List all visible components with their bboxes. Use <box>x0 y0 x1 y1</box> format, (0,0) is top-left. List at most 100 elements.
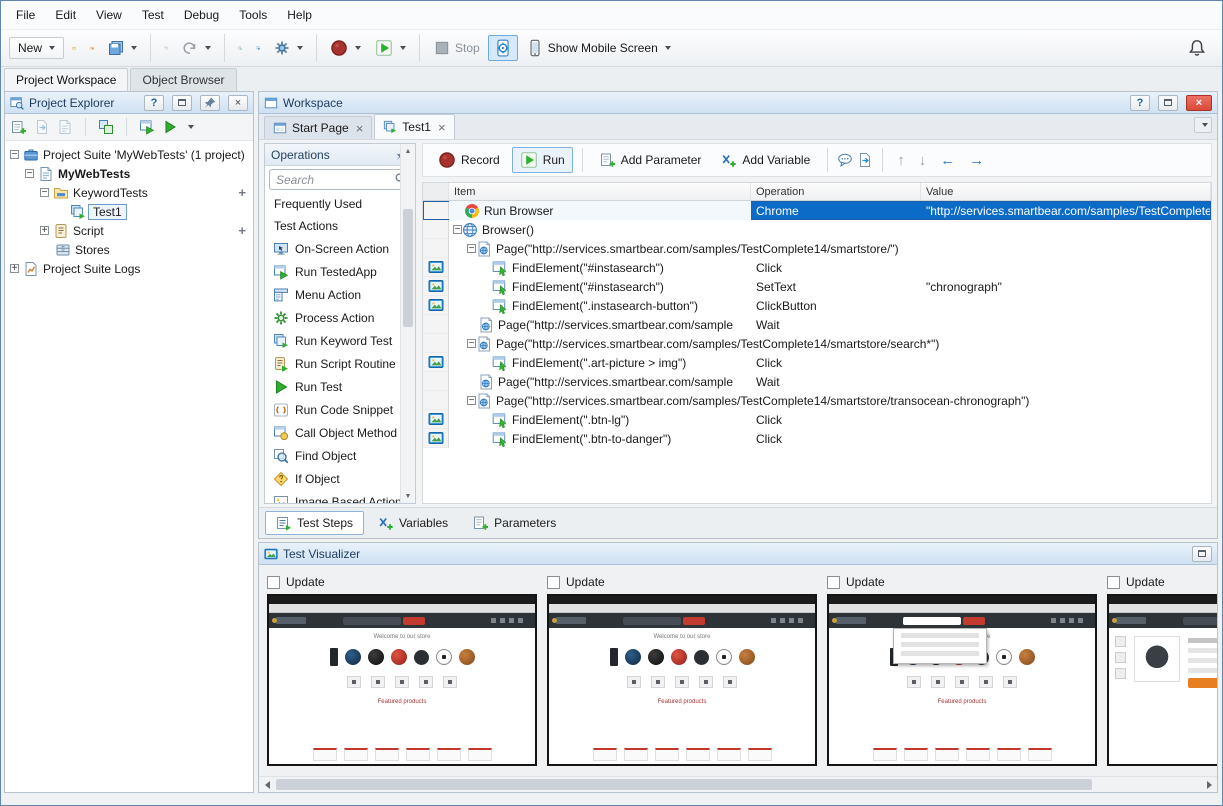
operation-process-action[interactable]: Process Action <box>265 306 400 329</box>
menu-test[interactable]: Test <box>132 3 174 27</box>
menu-edit[interactable]: Edit <box>45 3 86 27</box>
workspace-close-button[interactable]: × <box>1186 95 1212 111</box>
operation-run-test[interactable]: Run Test <box>265 375 400 398</box>
grid-row[interactable]: FindElement(".instasearch-button")ClickB… <box>423 296 1211 315</box>
move-down-button[interactable]: ↓ <box>914 152 932 169</box>
redo-button[interactable] <box>176 36 217 60</box>
show-mobile-dropdown-caret[interactable] <box>665 46 671 50</box>
grid-row[interactable]: −Browser() <box>423 220 1211 239</box>
operation-find-object[interactable]: Find Object <box>265 444 400 467</box>
menu-view[interactable]: View <box>86 3 132 27</box>
tree-item-stores[interactable]: Stores <box>5 240 253 259</box>
expander-minus-icon[interactable]: − <box>467 244 476 253</box>
expander-minus-icon[interactable]: − <box>25 169 34 178</box>
tab-start-page[interactable]: Start Page× <box>264 116 372 139</box>
column-operation[interactable]: Operation <box>751 183 921 200</box>
grid-row[interactable]: −Page("http://services.smartbear.com/sam… <box>423 391 1211 410</box>
update-checkbox[interactable] <box>547 576 560 589</box>
tab-list-button[interactable] <box>1194 117 1212 133</box>
expander-minus-icon[interactable]: − <box>453 225 462 234</box>
tab-test-steps[interactable]: Test Steps <box>265 511 364 535</box>
workspace-float-button[interactable] <box>1158 95 1178 111</box>
operation-call-object-method[interactable]: Call Object Method <box>265 421 400 444</box>
operation-run-code-snippet[interactable]: Run Code Snippet <box>265 398 400 421</box>
tab-variables[interactable]: Variables <box>367 511 459 535</box>
add-child-button[interactable]: + <box>238 185 246 200</box>
operation-on-screen-action[interactable]: On-Screen Action <box>265 237 400 260</box>
grid-row[interactable]: FindElement(".art-picture > img")Click <box>423 353 1211 372</box>
new-button[interactable]: New <box>9 37 64 59</box>
operations-category-test-actions[interactable]: Test Actions <box>265 215 400 237</box>
expander-minus-icon[interactable]: − <box>467 396 476 405</box>
redo-dropdown-caret[interactable] <box>205 46 211 50</box>
grid-row[interactable]: Page("http://services.smartbear.com/samp… <box>423 372 1211 391</box>
object-spy-icon[interactable] <box>250 40 266 56</box>
close-panel-button[interactable]: × <box>228 95 248 111</box>
screenshot-thumbnail[interactable]: Welcome to our storeFeatured products <box>827 594 1097 766</box>
add-new-item-icon[interactable] <box>232 40 248 56</box>
pe-run-project-icon[interactable] <box>139 119 155 135</box>
save-all-button[interactable] <box>102 36 143 60</box>
operation-run-script-routine[interactable]: Run Script Routine <box>265 352 400 375</box>
show-mobile-screen-button[interactable]: Show Mobile Screen <box>520 35 677 61</box>
menu-tools[interactable]: Tools <box>229 3 277 27</box>
pe-organize-icon[interactable] <box>98 119 114 135</box>
add-variable-button[interactable]: Add Variable <box>713 148 818 172</box>
description-icon[interactable] <box>857 152 873 168</box>
grid-row[interactable]: FindElement("#instasearch")SetText"chron… <box>423 277 1211 296</box>
grid-row[interactable]: Run BrowserChrome"http://services.smartb… <box>423 201 1211 220</box>
menu-help[interactable]: Help <box>277 3 322 27</box>
record-test-button[interactable] <box>324 35 367 61</box>
tree-item-project-suite-logs[interactable]: +Project Suite Logs <box>5 259 253 278</box>
menu-debug[interactable]: Debug <box>174 3 229 27</box>
tree-item-mywebtests[interactable]: −MyWebTests <box>5 164 253 183</box>
stop-button[interactable]: Stop <box>427 35 486 61</box>
undo-icon[interactable] <box>158 40 174 56</box>
operation-run-keyword-test[interactable]: Run Keyword Test <box>265 329 400 352</box>
column-item[interactable]: Item <box>449 183 751 200</box>
workspace-help-button[interactable]: ? <box>1130 95 1150 111</box>
doc-tab-project-workspace[interactable]: Project Workspace <box>4 68 128 91</box>
grid-row[interactable]: −Page("http://services.smartbear.com/sam… <box>423 239 1211 258</box>
expander-minus-icon[interactable]: − <box>10 150 19 159</box>
scroll-up-icon[interactable]: ▲ <box>401 144 415 158</box>
operations-category-frequently-used[interactable]: Frequently Used <box>265 193 400 215</box>
help-button[interactable]: ? <box>144 95 164 111</box>
expander-minus-icon[interactable]: − <box>467 339 476 348</box>
operation-run-testedapp[interactable]: Run TestedApp <box>265 260 400 283</box>
screenshot-thumbnail[interactable]: Welcome to our storeFeatured products <box>267 594 537 766</box>
close-tab-icon[interactable]: × <box>438 120 446 135</box>
scrollbar-thumb[interactable] <box>403 209 413 327</box>
show-mobile-screen-toggle[interactable] <box>488 35 518 61</box>
update-checkbox[interactable] <box>1107 576 1120 589</box>
grid-row[interactable]: FindElement(".btn-to-danger")Click <box>423 429 1211 448</box>
pe-run-dropdown-caret[interactable] <box>188 125 194 129</box>
scroll-left-button[interactable] <box>259 777 275 792</box>
run-dropdown-caret[interactable] <box>400 46 406 50</box>
grid-row[interactable]: Page("http://services.smartbear.com/samp… <box>423 315 1211 334</box>
tab-test1[interactable]: Test1× <box>374 114 454 139</box>
close-project-icon[interactable] <box>84 40 100 56</box>
tree-item-keywordtests[interactable]: −KeywordTests+ <box>5 183 253 202</box>
column-value[interactable]: Value <box>921 183 1211 200</box>
pe-run-icon[interactable] <box>162 119 178 135</box>
expander-plus-icon[interactable]: + <box>10 264 19 273</box>
pe-add-existing-item-icon[interactable] <box>34 119 50 135</box>
doc-tab-object-browser[interactable]: Object Browser <box>130 68 236 91</box>
notifications-bell-icon[interactable] <box>1188 39 1206 57</box>
move-left-button[interactable]: ← <box>935 152 960 169</box>
tree-item-project-suite-mywebtests-1-project[interactable]: −Project Suite 'MyWebTests' (1 project) <box>5 145 253 164</box>
tree-item-script[interactable]: +Script+ <box>5 221 253 240</box>
save-dropdown-caret[interactable] <box>131 46 137 50</box>
scroll-right-button[interactable] <box>1201 777 1217 792</box>
pin-panel-button[interactable] <box>200 95 220 111</box>
operation-if-object[interactable]: If Object <box>265 467 400 490</box>
update-checkbox[interactable] <box>267 576 280 589</box>
operation-menu-action[interactable]: Menu Action <box>265 283 400 306</box>
update-checkbox[interactable] <box>827 576 840 589</box>
options-button[interactable] <box>268 36 309 60</box>
menu-file[interactable]: File <box>6 3 45 27</box>
comment-icon[interactable] <box>837 152 853 168</box>
options-dropdown-caret[interactable] <box>297 46 303 50</box>
add-child-button[interactable]: + <box>238 223 246 238</box>
